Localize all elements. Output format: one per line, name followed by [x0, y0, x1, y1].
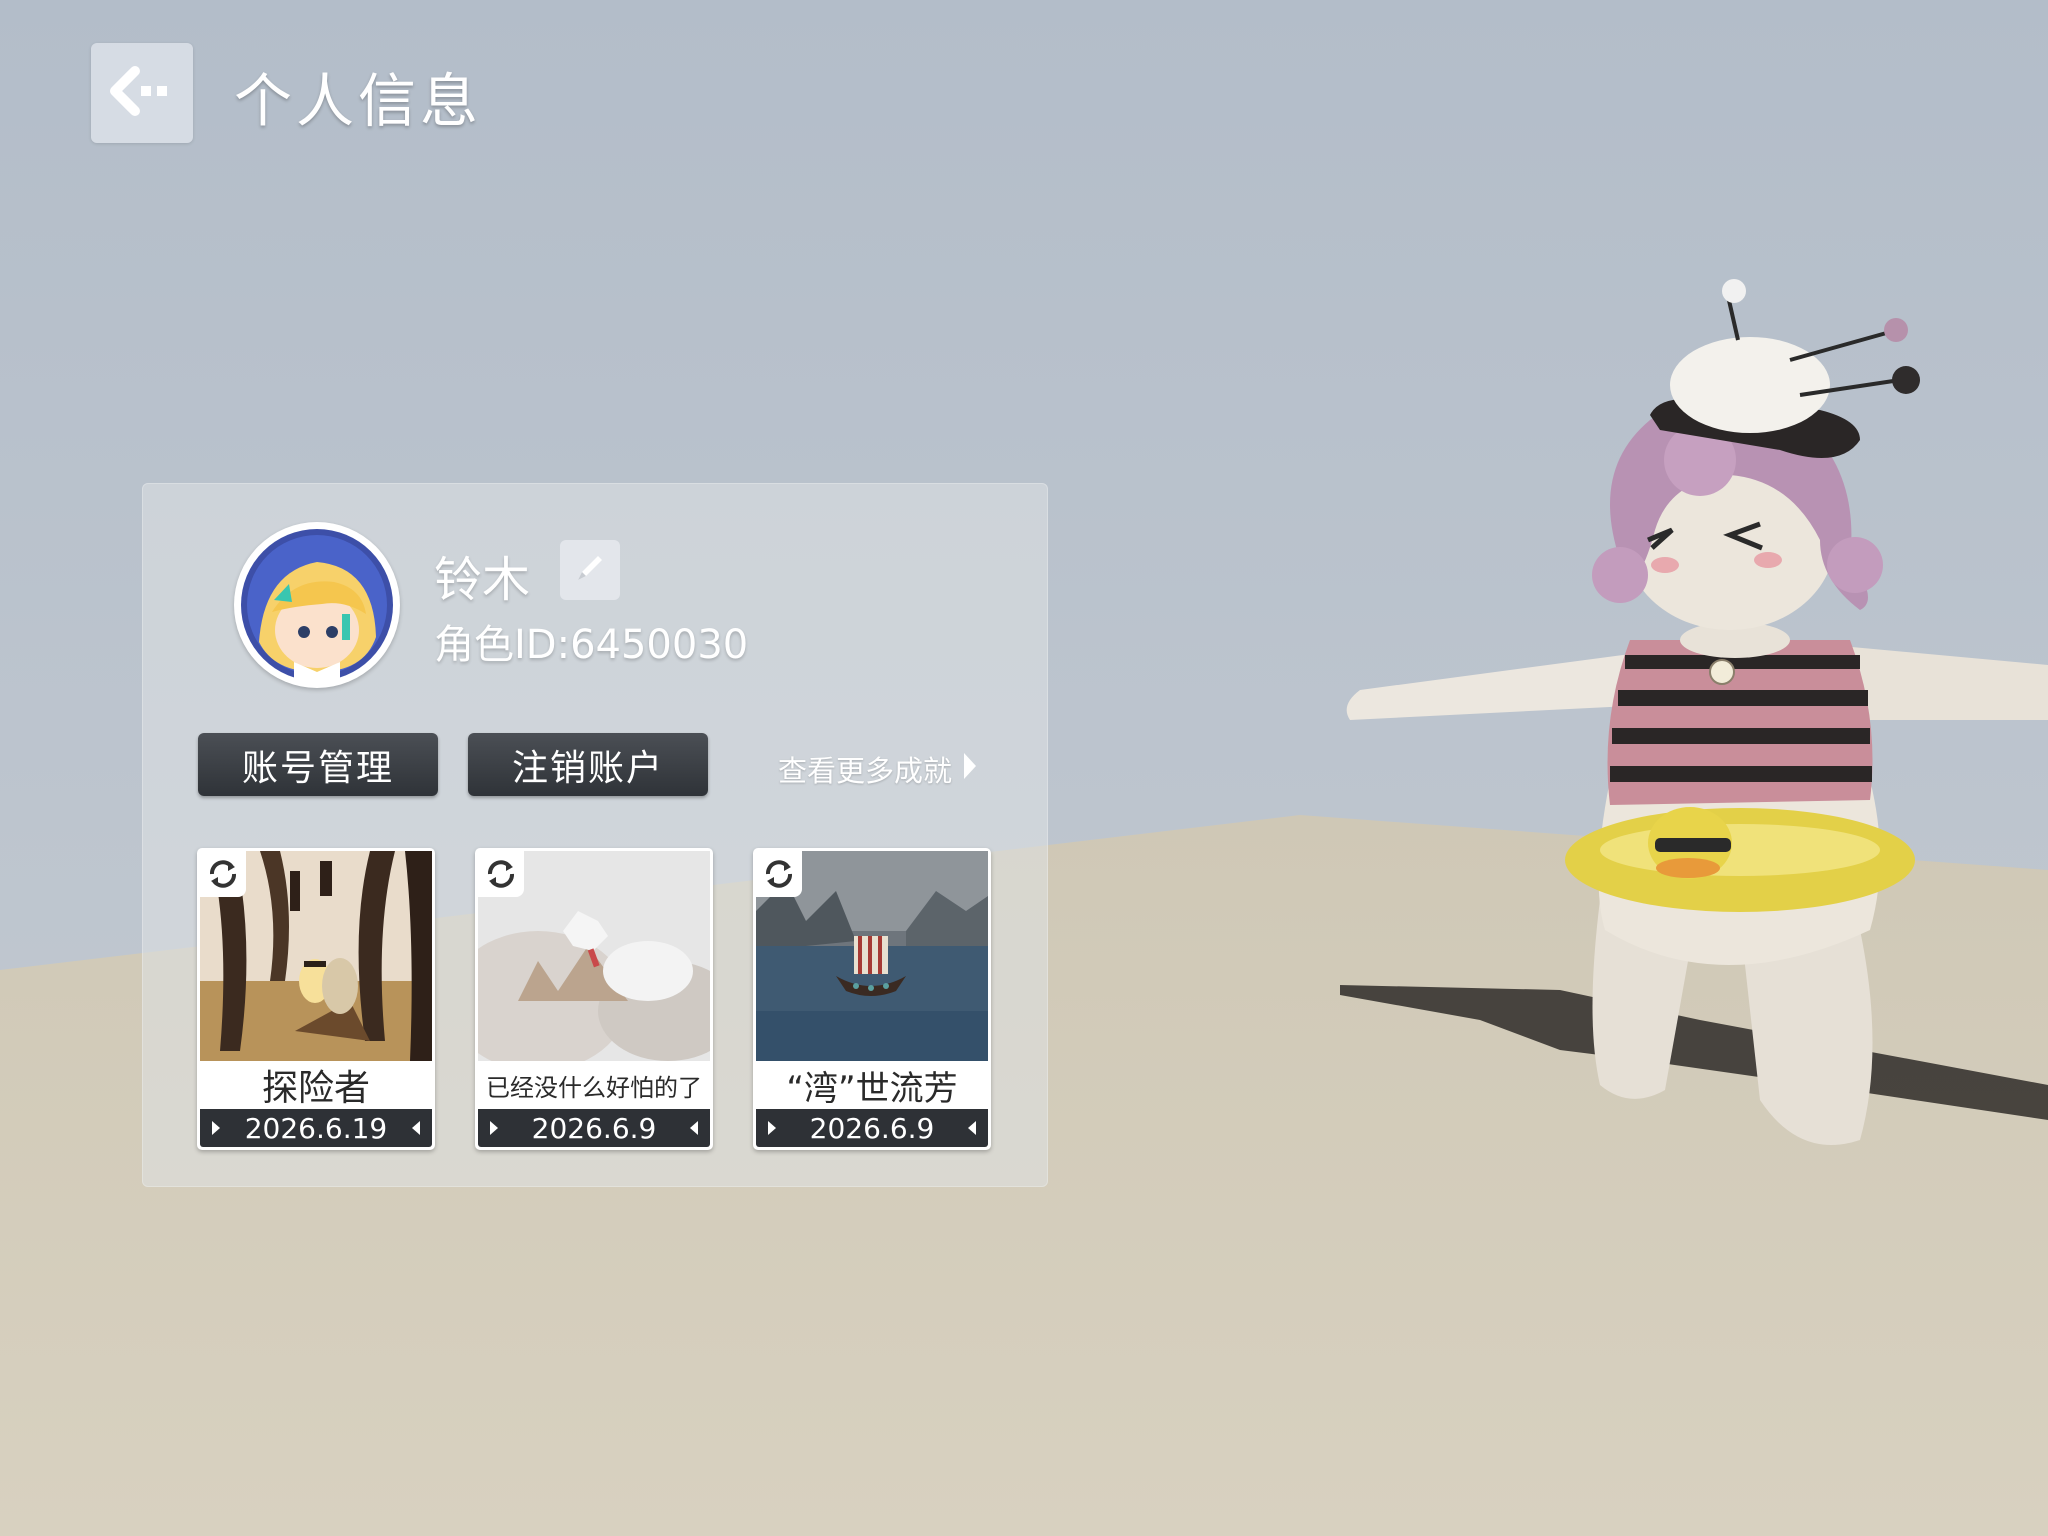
triangle-left-icon [968, 1121, 976, 1135]
role-id: 角色ID:6450030 [434, 622, 749, 668]
triangle-left-icon [690, 1121, 698, 1135]
achievement-title: 已经没什么好怕的了 [486, 1073, 702, 1102]
achievement-date-bar: 2026.6.9 [756, 1109, 988, 1147]
edit-name-button[interactable] [560, 540, 620, 600]
refresh-icon[interactable] [478, 851, 524, 897]
username: 铃木 [434, 552, 531, 608]
achievement-title: “湾”世流芳 [786, 1068, 958, 1109]
triangle-right-icon [768, 1121, 776, 1135]
refresh-icon[interactable] [200, 851, 246, 897]
achievement-title: 探险者 [261, 1068, 370, 1109]
avatar[interactable] [234, 522, 400, 688]
achievement-card[interactable]: 探险者 2026.6.19 [197, 848, 435, 1150]
page-title: 个人信息 [234, 67, 483, 135]
more-achievements-link[interactable]: 查看更多成就 [778, 748, 978, 790]
refresh-icon[interactable] [756, 851, 802, 897]
back-button[interactable] [91, 43, 193, 143]
pencil-icon [570, 548, 610, 592]
triangle-left-icon [411, 1121, 420, 1135]
cancel-account-button[interactable]: 注销账户 [468, 733, 708, 796]
achievement-date: 2026.6.19 [244, 1111, 388, 1145]
account-manage-button[interactable]: 账号管理 [198, 733, 438, 796]
achievement-card[interactable]: “湾”世流芳 2026.6.9 [753, 848, 991, 1150]
chevron-right-icon [962, 751, 978, 788]
more-achievements-label: 查看更多成就 [778, 754, 953, 788]
achievement-card[interactable]: 已经没什么好怕的了 2026.6.9 [475, 848, 713, 1150]
back-arrow-icon [107, 66, 177, 120]
achievement-date: 2026.6.9 [531, 1111, 657, 1145]
triangle-right-icon [490, 1121, 498, 1135]
achievement-date-bar: 2026.6.19 [200, 1109, 432, 1147]
triangle-right-icon [212, 1121, 220, 1135]
achievement-date-bar: 2026.6.9 [478, 1109, 710, 1147]
achievement-date: 2026.6.9 [809, 1111, 935, 1145]
